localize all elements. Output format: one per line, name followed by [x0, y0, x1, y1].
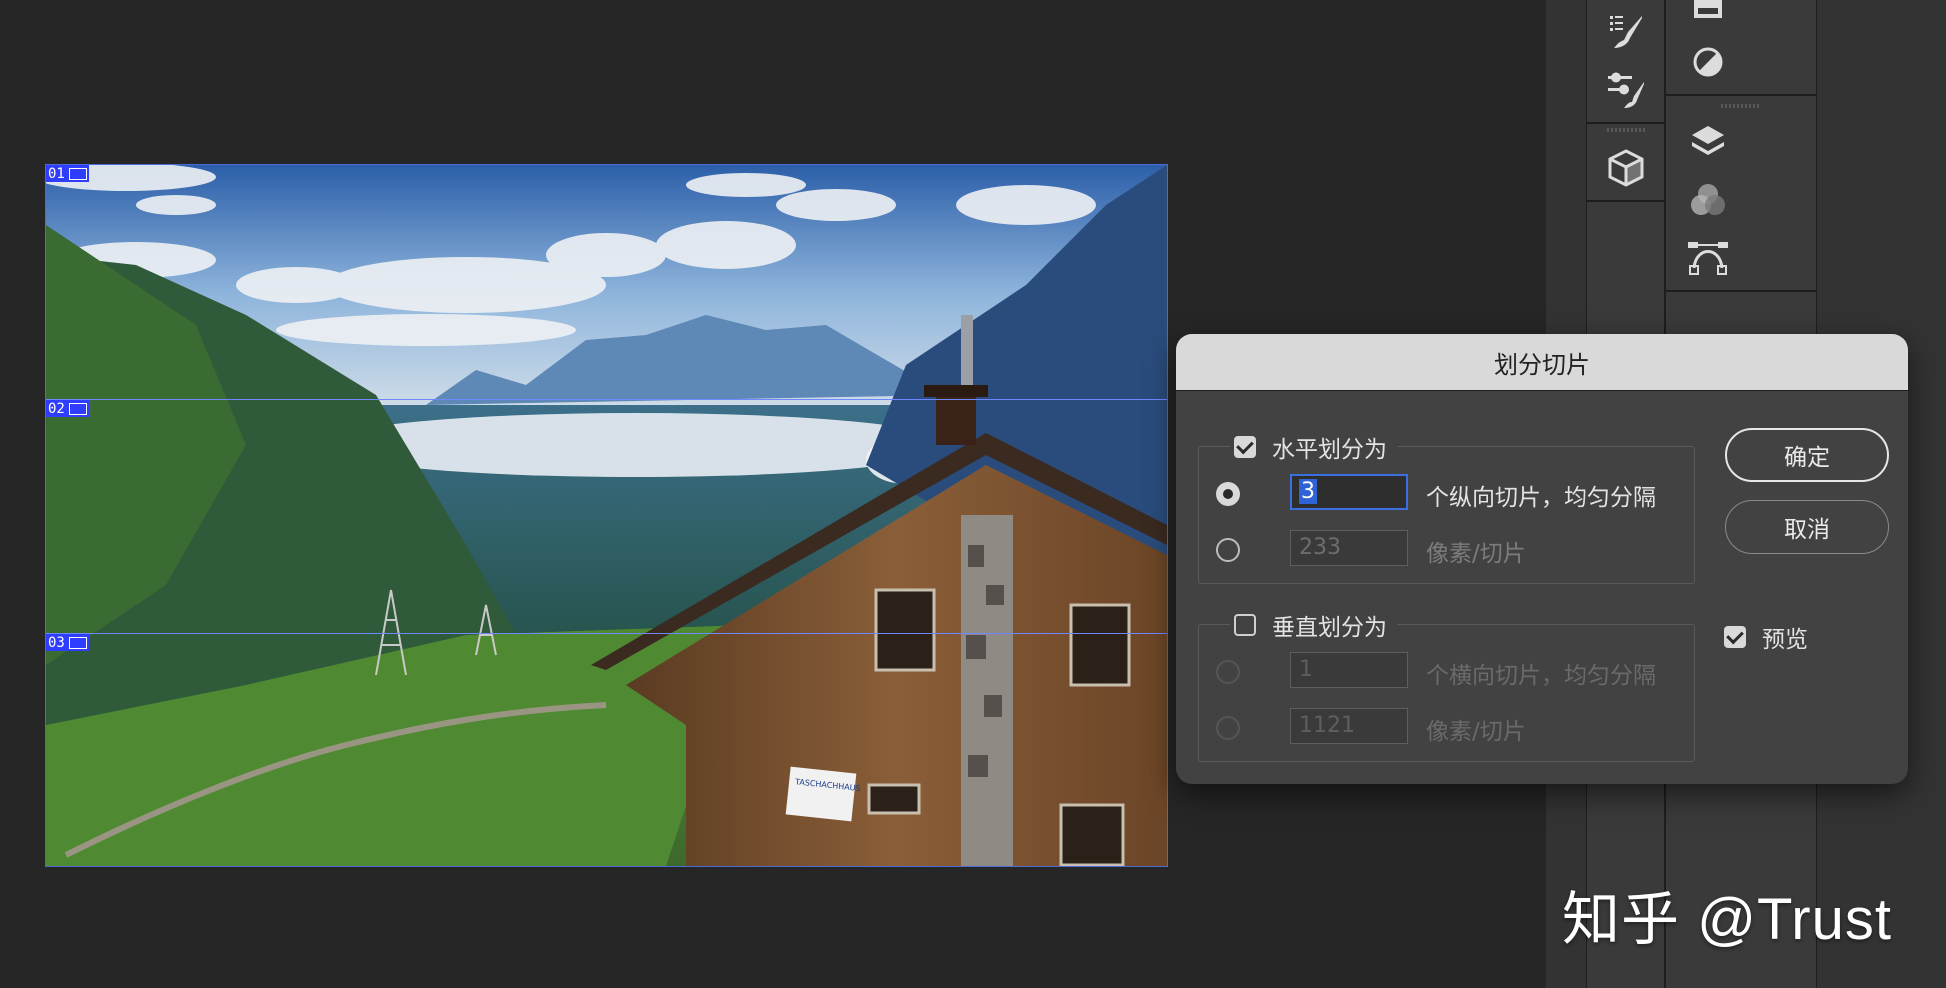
preview-toggle[interactable]: 预览 — [1724, 620, 1808, 654]
vertical-pixel-input[interactable]: 1121 — [1290, 708, 1408, 744]
watermark: 知乎 @Trust — [1562, 887, 1892, 952]
hut-sign: TASCHACHHAUS — [785, 766, 861, 822]
vertical-divide-checkbox[interactable] — [1234, 614, 1256, 636]
vertical-count-label: 个横向切片，均匀分隔 — [1426, 663, 1656, 689]
slice-tag-02[interactable]: 02 — [46, 400, 89, 417]
3d-cube-icon[interactable] — [1604, 145, 1648, 189]
vertical-divide-label: 垂直划分为 — [1272, 615, 1387, 641]
selected-text: 3 — [1299, 479, 1317, 504]
horizontal-pixel-radio[interactable] — [1216, 538, 1240, 562]
paths-icon[interactable] — [1686, 234, 1730, 278]
ok-button[interactable]: 确定 — [1725, 428, 1889, 482]
image-slice-icon — [68, 636, 87, 649]
horizontal-divide-toggle[interactable]: 水平划分为 — [1230, 430, 1397, 464]
slice-tag-01[interactable]: 01 — [46, 165, 89, 182]
image-slice-icon — [68, 167, 87, 180]
panel-divider — [1666, 290, 1816, 292]
swatches-icon[interactable] — [1686, 0, 1730, 34]
panel-divider — [1587, 122, 1665, 124]
divide-slice-dialog: 划分切片 水平划分为 3 个纵向切片，均匀分隔 233 像素/切片 垂直划分为 … — [1176, 334, 1908, 784]
panel-divider — [1666, 94, 1816, 96]
panel-divider — [1587, 200, 1665, 202]
slice-number: 02 — [48, 400, 65, 417]
brush-presets-icon[interactable] — [1604, 8, 1648, 52]
image-slice-icon — [68, 402, 87, 415]
landscape-photo: TASCHACHHAUS — [46, 165, 1167, 866]
horizontal-count-radio[interactable] — [1216, 482, 1240, 506]
preview-checkbox[interactable] — [1724, 626, 1746, 648]
channels-icon[interactable] — [1686, 178, 1730, 222]
panel-grip[interactable] — [1721, 104, 1761, 108]
slice-boundary — [46, 399, 1167, 400]
document-canvas[interactable]: TASCHACHHAUS 01 02 03 — [45, 164, 1168, 867]
panel-grip[interactable] — [1607, 128, 1645, 132]
horizontal-pixel-label: 像素/切片 — [1426, 541, 1526, 567]
horizontal-count-label: 个纵向切片，均匀分隔 — [1426, 485, 1656, 511]
slice-number: 01 — [48, 165, 65, 182]
horizontal-divide-label: 水平划分为 — [1272, 437, 1387, 463]
brush-settings-icon[interactable] — [1604, 66, 1648, 110]
preview-label: 预览 — [1762, 627, 1808, 653]
horizontal-divide-checkbox[interactable] — [1234, 436, 1256, 458]
vertical-divide-toggle[interactable]: 垂直划分为 — [1230, 608, 1397, 642]
layers-icon[interactable] — [1686, 120, 1730, 164]
adjustments-icon[interactable] — [1686, 40, 1730, 84]
vertical-pixel-label: 像素/切片 — [1426, 719, 1526, 745]
slice-tag-03[interactable]: 03 — [46, 634, 89, 651]
horizontal-count-input[interactable]: 3 — [1290, 474, 1408, 510]
slice-boundary — [46, 633, 1167, 634]
vertical-count-input[interactable]: 1 — [1290, 652, 1408, 688]
slice-number: 03 — [48, 634, 65, 651]
vertical-count-radio[interactable] — [1216, 660, 1240, 684]
dialog-title[interactable]: 划分切片 — [1176, 334, 1908, 391]
cancel-button[interactable]: 取消 — [1725, 500, 1889, 554]
horizontal-pixel-input[interactable]: 233 — [1290, 530, 1408, 566]
vertical-pixel-radio[interactable] — [1216, 716, 1240, 740]
